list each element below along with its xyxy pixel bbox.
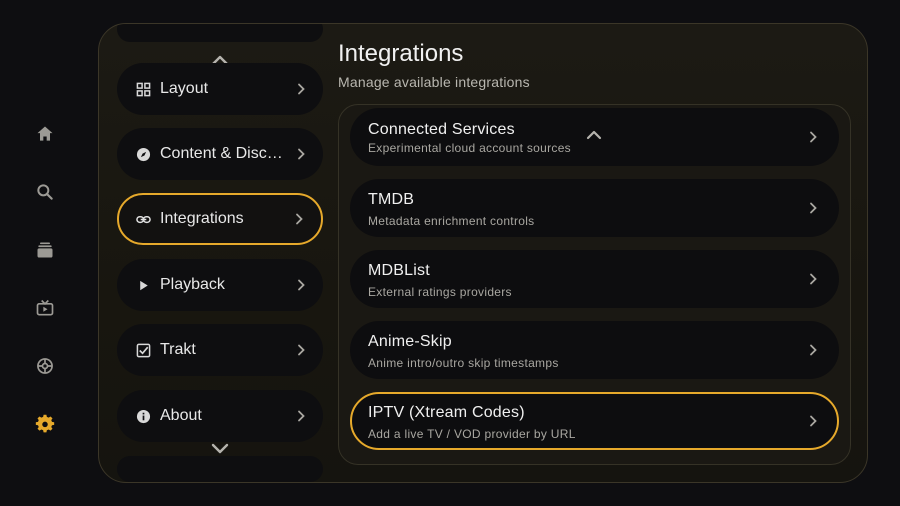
chevron-right-icon: [810, 131, 817, 143]
category-layout[interactable]: Layout: [117, 63, 323, 115]
item-title: Connected Services: [368, 121, 515, 138]
integrations-list: Connected Services Experimental cloud ac…: [338, 104, 851, 465]
chevron-right-icon: [298, 279, 305, 291]
integration-anime-skip[interactable]: Anime-Skip Anime intro/outro skip timest…: [350, 321, 839, 379]
category-integrations[interactable]: Integrations: [117, 193, 323, 245]
addons-icon[interactable]: [33, 354, 57, 378]
chevron-right-icon: [296, 213, 303, 225]
grid-icon: [135, 81, 151, 97]
item-description: External ratings providers: [368, 285, 512, 299]
play-icon: [135, 277, 151, 293]
live-tv-icon[interactable]: [33, 296, 57, 320]
chevron-right-icon: [810, 344, 817, 356]
chevron-right-icon: [810, 202, 817, 214]
checkbox-icon: [135, 342, 151, 358]
item-title: Anime-Skip: [368, 333, 452, 350]
category-trakt[interactable]: Trakt: [117, 324, 323, 376]
chevron-right-icon: [810, 415, 817, 427]
scroll-up-chevron-icon[interactable]: [586, 130, 602, 140]
category-item-partial[interactable]: [117, 456, 323, 482]
category-label: Content & Discovery: [160, 145, 290, 162]
category-item-partial[interactable]: [117, 24, 323, 42]
item-title: MDBList: [368, 262, 430, 279]
item-description: Metadata enrichment controls: [368, 214, 535, 228]
category-content-discovery[interactable]: Content & Discovery: [117, 128, 323, 180]
chevron-right-icon: [810, 273, 817, 285]
scroll-down-chevron-icon[interactable]: [211, 443, 229, 455]
item-description: Anime intro/outro skip timestamps: [368, 356, 559, 370]
category-label: Integrations: [160, 210, 244, 227]
integration-iptv-xtream[interactable]: IPTV (Xtream Codes) Add a live TV / VOD …: [350, 392, 839, 450]
category-label: Playback: [160, 276, 225, 293]
library-icon[interactable]: [33, 238, 57, 262]
integration-tmdb[interactable]: TMDB Metadata enrichment controls: [350, 179, 839, 237]
info-icon: [135, 408, 151, 424]
category-playback[interactable]: Playback: [117, 259, 323, 311]
chevron-right-icon: [298, 148, 305, 160]
chevron-right-icon: [298, 410, 305, 422]
integration-connected-services[interactable]: Connected Services Experimental cloud ac…: [350, 108, 839, 166]
chevron-right-icon: [298, 344, 305, 356]
category-about[interactable]: About: [117, 390, 323, 442]
category-label: Trakt: [160, 341, 196, 358]
item-description: Add a live TV / VOD provider by URL: [368, 427, 576, 441]
category-label: Layout: [160, 80, 209, 97]
item-title: IPTV (Xtream Codes): [368, 404, 525, 421]
item-description: Experimental cloud account sources: [368, 141, 571, 155]
home-icon[interactable]: [33, 122, 57, 146]
integration-mdblist[interactable]: MDBList External ratings providers: [350, 250, 839, 308]
chevron-right-icon: [298, 83, 305, 95]
category-label: About: [160, 407, 202, 424]
page-title: Integrations: [338, 40, 464, 67]
compass-icon: [135, 146, 151, 162]
settings-icon[interactable]: [33, 412, 57, 436]
link-icon: [135, 211, 151, 227]
search-icon[interactable]: [33, 180, 57, 204]
page-subtitle: Manage available integrations: [338, 74, 530, 90]
item-title: TMDB: [368, 191, 415, 208]
settings-panel: Layout Content & Discovery Integrations …: [98, 23, 868, 483]
nav-rail: [0, 0, 90, 506]
